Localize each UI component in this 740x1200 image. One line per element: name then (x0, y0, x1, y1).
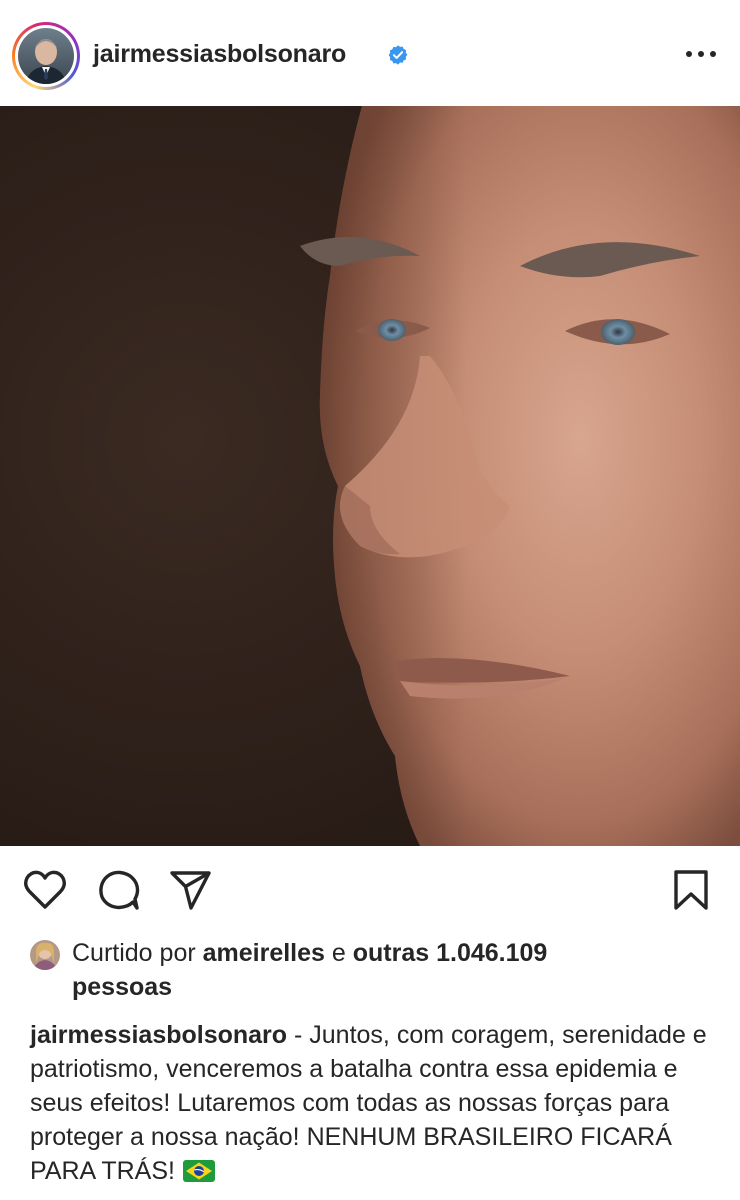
likes-count[interactable]: outras 1.046.109 (353, 939, 548, 967)
action-bar (0, 846, 740, 930)
send-icon[interactable] (168, 868, 214, 912)
likes-text: Curtido por ameirelles e outras 1.046.10… (72, 936, 692, 1004)
avatar[interactable] (18, 28, 74, 84)
likes-joiner: e (331, 939, 346, 967)
liker-username[interactable]: ameirelles (203, 939, 325, 967)
brazil-flag-emoji (182, 1160, 215, 1182)
liker-avatar[interactable] (30, 940, 60, 970)
caption-username[interactable]: jairmessiasbolsonaro (30, 1021, 287, 1049)
heart-icon[interactable] (22, 868, 68, 912)
story-ring[interactable] (12, 22, 80, 90)
post-caption: jairmessiasbolsonaro - Juntos, com corag… (30, 1018, 720, 1188)
likes-suffix[interactable]: pessoas (72, 973, 172, 1001)
verified-badge-icon (388, 45, 408, 65)
username[interactable]: jairmessiasbolsonaro (93, 40, 346, 69)
post-header: jairmessiasbolsonaro (0, 0, 740, 106)
comment-icon[interactable] (96, 868, 142, 912)
more-options-icon[interactable] (684, 44, 718, 64)
post-photo[interactable] (0, 106, 740, 846)
bookmark-icon[interactable] (668, 868, 714, 912)
likes-prefix: Curtido por (72, 939, 196, 967)
avatar-frame (15, 25, 77, 87)
